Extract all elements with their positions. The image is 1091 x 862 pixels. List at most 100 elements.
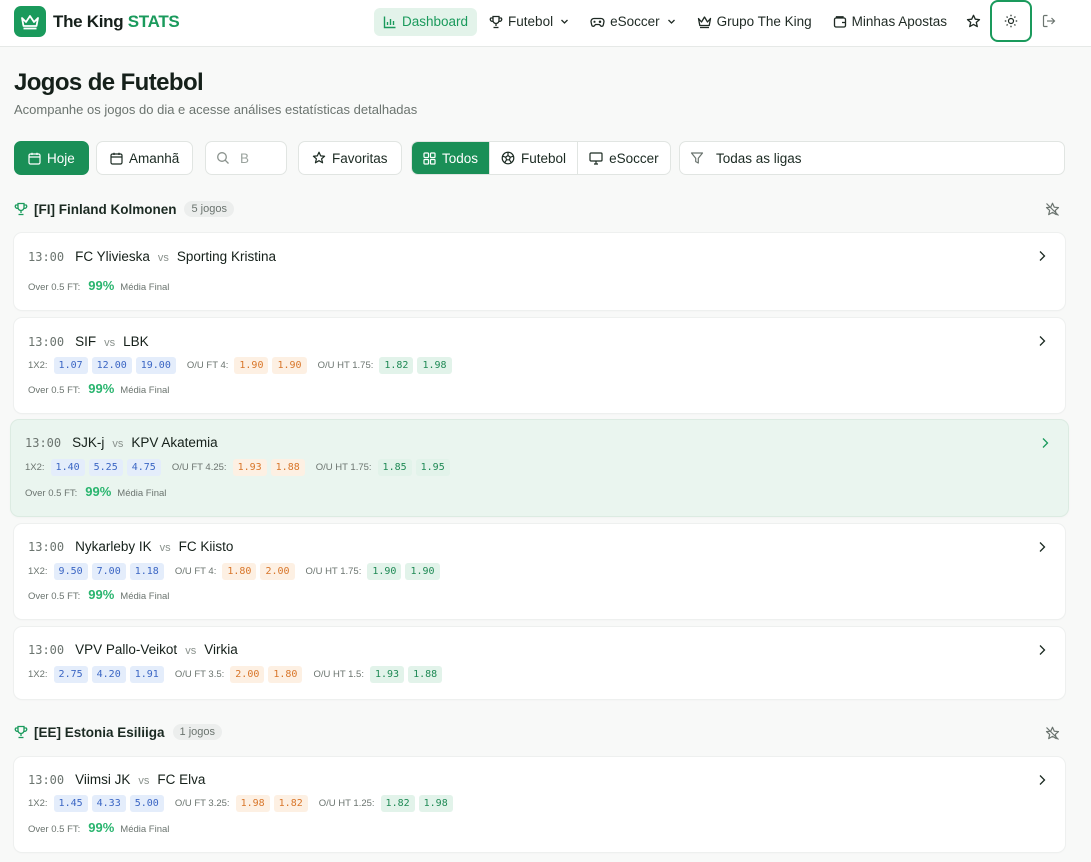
match-card[interactable]: 13:00 VPV Pallo-Veikot vs Virkia 1X2: 2.… <box>14 627 1065 699</box>
league-select-value: Todas as ligas <box>716 150 802 166</box>
nav-minhas-apostas[interactable]: Minhas Apostas <box>824 8 956 36</box>
ou-ht-label: O/U HT 1.5: <box>313 669 364 680</box>
over-percentage: 99% <box>85 484 112 499</box>
odd-ou-ft-under: 1.82 <box>273 795 308 812</box>
favorites-nav-button[interactable] <box>963 11 983 31</box>
x12-label: 1X2: <box>28 669 48 680</box>
nav-label: Minhas Apostas <box>851 14 947 29</box>
nav-esoccer[interactable]: eSoccer <box>581 8 685 36</box>
odds-line: 1X2: 1.40 5.25 4.75 O/U FT 4.25: 1.93 1.… <box>25 459 450 476</box>
monitor-icon <box>589 151 603 165</box>
crown-icon <box>697 15 711 28</box>
match-card[interactable]: 13:00 FC Ylivieska vs Sporting Kristina … <box>14 233 1065 310</box>
segment-esoccer[interactable]: eSoccer <box>578 142 670 174</box>
media-final-label: Média Final <box>120 824 170 835</box>
odd-ou-ht-over: 1.85 <box>377 459 412 476</box>
match-line: 13:00 Nykarleby IK vs FC Kiisto <box>28 539 233 554</box>
media-final-label: Média Final <box>120 591 170 602</box>
home-team: Nykarleby IK <box>75 539 152 554</box>
favorites-filter-button[interactable]: Favoritas <box>298 141 402 175</box>
match-time: 13:00 <box>28 643 65 657</box>
odd-home: 2.75 <box>53 666 88 683</box>
match-time: 13:00 <box>28 250 65 264</box>
home-team: FC Ylivieska <box>75 249 150 264</box>
nav-dashboard[interactable]: Dashboard <box>374 7 478 36</box>
over-label: Over 0.5 FT: <box>28 385 81 396</box>
odd-ou-ht-under: 1.95 <box>415 459 450 476</box>
nav-futebol[interactable]: Futebol <box>480 8 578 36</box>
home-team: Viimsi JK <box>75 772 131 787</box>
odd-ou-ft-over: 1.98 <box>235 795 270 812</box>
ou-ft-label: O/U FT 3.5: <box>174 669 225 680</box>
gamepad-icon <box>590 17 605 27</box>
vs-label: vs <box>112 438 124 450</box>
odd-away: 19.00 <box>135 357 176 374</box>
ou-ht-label: O/U HT 1.25: <box>318 798 375 809</box>
league-name: [FI] Finland Kolmonen <box>34 201 177 217</box>
match-line: 13:00 SJK-j vs KPV Akatemia <box>25 435 218 450</box>
odd-ou-ft-under: 1.90 <box>272 357 307 374</box>
odd-ou-ft-under: 1.80 <box>268 666 303 683</box>
match-time: 13:00 <box>28 773 65 787</box>
home-team: SIF <box>75 334 97 349</box>
match-card[interactable]: 13:00 SJK-j vs KPV Akatemia 1X2: 1.40 5.… <box>11 420 1068 516</box>
match-line: 13:00 SIF vs LBK <box>28 334 149 349</box>
match-card[interactable]: 13:00 Viimsi JK vs FC Elva 1X2: 1.45 4.3… <box>14 757 1065 852</box>
chevron-right-icon <box>1039 336 1046 346</box>
league-favorite-toggle[interactable] <box>1043 724 1061 742</box>
odd-ou-ft-under: 1.88 <box>270 459 305 476</box>
over-percentage: 99% <box>88 820 115 835</box>
search-icon <box>217 152 229 164</box>
over-line: Over 0.5 FT: 99% Média Final <box>28 278 169 293</box>
ou-ft-label: O/U FT 4.25: <box>171 462 227 473</box>
today-button[interactable]: Hoje <box>14 141 89 175</box>
match-line: 13:00 VPV Pallo-Veikot vs Virkia <box>28 642 238 657</box>
away-team: FC Elva <box>157 772 206 787</box>
segment-futebol[interactable]: Futebol <box>490 142 579 174</box>
segment-label: Futebol <box>521 150 567 166</box>
games-count-badge: 5 jogos <box>184 201 234 217</box>
nav-grupo-the-king[interactable]: Grupo The King <box>688 8 821 36</box>
chevron-right-icon <box>1039 775 1046 785</box>
odd-ou-ht-over: 1.90 <box>367 563 402 580</box>
star-off-icon <box>1045 726 1059 740</box>
over-line: Over 0.5 FT: 99% Média Final <box>25 484 166 499</box>
odd-away: 5.00 <box>129 795 164 812</box>
match-line: 13:00 Viimsi JK vs FC Elva <box>28 772 205 787</box>
chevron-down-icon <box>667 19 675 24</box>
brand-logo[interactable]: The King STATS <box>14 6 180 37</box>
odd-ou-ht-over: 1.82 <box>379 357 414 374</box>
league-select[interactable]: Todas as ligas <box>679 141 1065 175</box>
league-favorite-toggle[interactable] <box>1043 200 1061 218</box>
odds-line: 1X2: 9.50 7.00 1.18 O/U FT 4: 1.80 2.00 … <box>28 563 440 580</box>
chevron-right-icon <box>1039 542 1046 552</box>
segment-todos[interactable]: Todos <box>412 142 491 174</box>
chevron-down-icon <box>561 19 569 24</box>
nav-label: eSoccer <box>610 14 660 29</box>
odd-away: 1.91 <box>129 666 164 683</box>
vs-label: vs <box>104 337 116 349</box>
over-label: Over 0.5 FT: <box>28 282 81 293</box>
search-box[interactable] <box>205 141 287 175</box>
tomorrow-button[interactable]: Amanhã <box>96 141 194 175</box>
ou-ft-label: O/U FT 3.25: <box>174 798 230 809</box>
over-label: Over 0.5 FT: <box>25 488 78 499</box>
vs-label: vs <box>157 252 169 264</box>
theme-toggle-button[interactable] <box>990 0 1032 42</box>
odd-ou-ft-over: 2.00 <box>230 666 265 683</box>
odd-draw: 5.25 <box>88 459 123 476</box>
vs-label: vs <box>185 645 197 657</box>
trophy-icon <box>14 202 28 216</box>
odds-line: 1X2: 1.45 4.33 5.00 O/U FT 3.25: 1.98 1.… <box>28 795 453 812</box>
vs-label: vs <box>159 542 171 554</box>
x12-label: 1X2: <box>25 462 45 473</box>
logout-button[interactable] <box>1040 12 1058 30</box>
vs-label: vs <box>138 775 150 787</box>
trophy-icon <box>14 725 28 739</box>
search-input[interactable] <box>240 150 280 166</box>
ou-ht-label: O/U HT 1.75: <box>305 566 362 577</box>
media-final-label: Média Final <box>120 282 170 293</box>
match-card[interactable]: 13:00 SIF vs LBK 1X2: 1.07 12.00 19.00 O… <box>14 318 1065 413</box>
match-card[interactable]: 13:00 Nykarleby IK vs FC Kiisto 1X2: 9.5… <box>14 524 1065 619</box>
odd-draw: 4.20 <box>91 666 126 683</box>
